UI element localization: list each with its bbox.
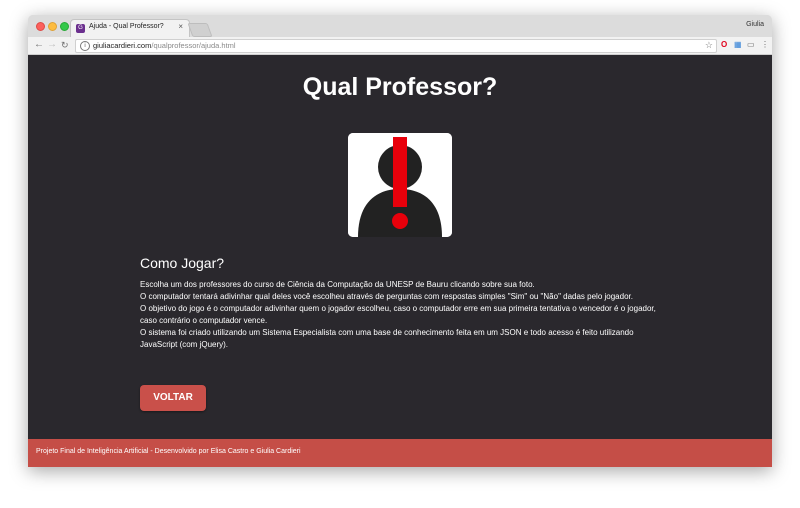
forward-arrow-icon[interactable]: → bbox=[47, 39, 57, 51]
instruction-paragraph: O sistema foi criado utilizando um Siste… bbox=[140, 328, 634, 349]
extension-icon[interactable]: ▦ bbox=[734, 40, 742, 50]
profile-name[interactable]: Giulia bbox=[746, 21, 764, 28]
maximize-window-button[interactable] bbox=[60, 22, 69, 31]
menu-icon[interactable]: ⋮ bbox=[761, 40, 769, 50]
info-icon[interactable]: i bbox=[80, 41, 90, 51]
url-host: giuliacardieri.com bbox=[93, 41, 152, 50]
unknown-person-exclamation-icon bbox=[348, 133, 452, 237]
back-arrow-icon[interactable]: ← bbox=[34, 39, 44, 51]
browser-tab[interactable]: G Ajuda - Qual Professor? × bbox=[70, 19, 190, 38]
site-favicon-icon: G bbox=[76, 24, 85, 33]
opera-icon[interactable]: O bbox=[721, 40, 727, 50]
voltar-button[interactable]: VOLTAR bbox=[140, 385, 206, 411]
instruction-paragraph: O objetivo do jogo é o computador adivin… bbox=[140, 304, 656, 325]
cast-icon[interactable]: ▭ bbox=[747, 40, 755, 50]
tab-title: Ajuda - Qual Professor? bbox=[89, 23, 164, 30]
title-bar: G Ajuda - Qual Professor? × Giulia bbox=[28, 15, 772, 38]
url-path: /qualprofessor/ajuda.html bbox=[151, 41, 236, 50]
browser-window: G Ajuda - Qual Professor? × Giulia ← → ↻… bbox=[28, 15, 772, 467]
instruction-paragraph: O computador tentará adivinhar qual dele… bbox=[140, 292, 633, 301]
close-window-button[interactable] bbox=[36, 22, 45, 31]
section-title: Como Jogar? bbox=[140, 255, 225, 271]
address-bar[interactable]: i giuliacardieri.com/qualprofessor/ajuda… bbox=[75, 39, 717, 53]
instruction-paragraph: Escolha um dos professores do curso de C… bbox=[140, 280, 535, 289]
new-tab-button[interactable] bbox=[187, 23, 213, 37]
reload-icon[interactable]: ↻ bbox=[61, 39, 69, 51]
page-content: Qual Professor? Como Jogar? Escolha um d… bbox=[28, 55, 772, 467]
url-text[interactable]: giuliacardieri.com/qualprofessor/ajuda.h… bbox=[93, 41, 236, 51]
footer: Projeto Final de Inteligência Artificial… bbox=[28, 439, 772, 467]
instructions-text: Escolha um dos professores do curso de C… bbox=[140, 279, 660, 351]
minimize-window-button[interactable] bbox=[48, 22, 57, 31]
tab-close-icon[interactable]: × bbox=[178, 22, 183, 31]
browser-toolbar: ← → ↻ i giuliacardieri.com/qualprofessor… bbox=[28, 37, 772, 55]
star-icon[interactable]: ☆ bbox=[705, 40, 713, 51]
footer-text: Projeto Final de Inteligência Artificial… bbox=[36, 448, 301, 455]
page-title: Qual Professor? bbox=[302, 73, 498, 101]
